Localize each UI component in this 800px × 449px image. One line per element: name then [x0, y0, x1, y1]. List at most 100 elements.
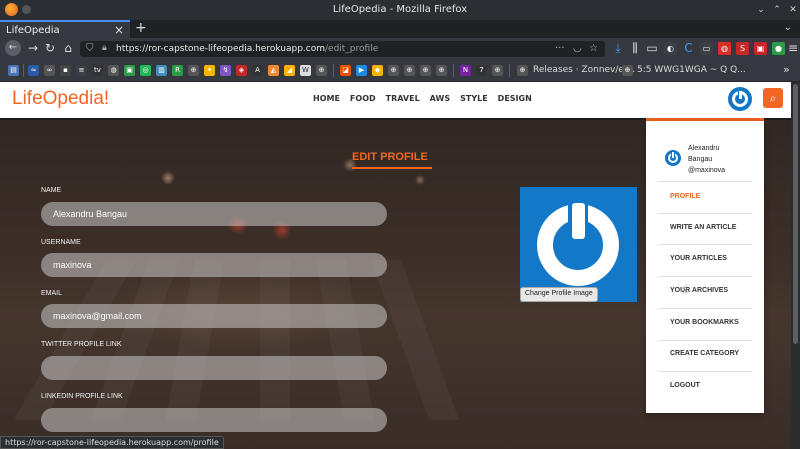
- bookmark-icon[interactable]: A: [252, 65, 263, 76]
- globe-icon[interactable]: ⊕: [404, 65, 415, 76]
- menu-icon[interactable]: ≡: [785, 41, 800, 55]
- globe-icon[interactable]: ⊕: [622, 65, 633, 76]
- dropdown-item-profile[interactable]: PROFILE: [670, 193, 700, 200]
- extension-icon[interactable]: ◐: [664, 42, 677, 55]
- wikipedia-icon[interactable]: W: [300, 65, 311, 76]
- bookmark-separator: [509, 64, 510, 77]
- bookmark-icon[interactable]: ≡: [76, 65, 87, 76]
- pocket-icon[interactable]: ◡: [573, 43, 582, 54]
- name-field[interactable]: [41, 202, 387, 226]
- bookmark-icon[interactable]: ◆: [372, 65, 383, 76]
- name-label: NAME: [41, 187, 62, 194]
- reload-icon[interactable]: ↻: [42, 41, 58, 55]
- bookmark-icon[interactable]: ≈: [28, 65, 39, 76]
- close-tab-icon[interactable]: ×: [114, 23, 124, 37]
- bookmark-icon[interactable]: ▤: [8, 65, 19, 76]
- search-icon[interactable]: ⌕: [763, 88, 783, 108]
- forward-icon[interactable]: →: [25, 41, 41, 55]
- more-bookmarks-icon[interactable]: »: [783, 63, 790, 76]
- bookmark-icon[interactable]: ▪: [60, 65, 71, 76]
- bookmark-icon[interactable]: ▣: [124, 65, 135, 76]
- new-tab-icon[interactable]: +: [135, 20, 147, 36]
- bookmark-star-icon[interactable]: ☆: [589, 43, 598, 54]
- globe-icon[interactable]: ⊕: [420, 65, 431, 76]
- username-field[interactable]: [41, 253, 387, 277]
- extension-c-icon[interactable]: C: [682, 42, 695, 55]
- bookmark-icon[interactable]: ◈: [236, 65, 247, 76]
- title-underline: [352, 167, 432, 169]
- email-field[interactable]: [41, 304, 387, 328]
- dropdown-item-your-archives[interactable]: YOUR ARCHIVES: [670, 287, 728, 294]
- lock-icon[interactable]: 🔒︎: [102, 43, 107, 53]
- shield-icon[interactable]: ⛉: [86, 43, 94, 54]
- globe-icon[interactable]: ⊕: [517, 65, 528, 76]
- bookmark-icon[interactable]: ✦: [204, 65, 215, 76]
- dropdown-item-logout[interactable]: LOGOUT: [670, 382, 700, 389]
- bookmark-icon[interactable]: R: [172, 65, 183, 76]
- url-bar[interactable]: ⛉ 🔒︎ https://ror-capstone-lifeopedia.her…: [80, 41, 605, 57]
- downloads-icon[interactable]: ⤓: [610, 41, 626, 56]
- window-titlebar: LifeOpedia - Mozilla Firefox ⌄ ⌃ ✕: [0, 0, 800, 20]
- maximize-icon[interactable]: ⌃: [770, 3, 784, 17]
- globe-icon[interactable]: ⊕: [436, 65, 447, 76]
- bookmark-icon[interactable]: ◢: [284, 65, 295, 76]
- dropdown-item-create-category[interactable]: CREATE CATEGORY: [670, 350, 739, 357]
- change-profile-image-button[interactable]: Change Profile Image: [520, 287, 598, 302]
- bookmark-releases[interactable]: Releases · Zonnev/el...: [533, 65, 635, 75]
- site-logo[interactable]: LifeOpedia!: [12, 88, 109, 110]
- onenote-icon[interactable]: N: [460, 65, 471, 76]
- tab-lifeopedia[interactable]: LifeOpedia ×: [0, 20, 130, 38]
- bookmark-icon[interactable]: ▥: [156, 65, 167, 76]
- dropdown-separator: [658, 244, 752, 245]
- globe-icon[interactable]: ⊕: [388, 65, 399, 76]
- twitter-field[interactable]: [41, 356, 387, 380]
- dropdown-item-your-articles[interactable]: YOUR ARTICLES: [670, 255, 727, 262]
- bookmark-separator: [23, 64, 24, 77]
- globe-icon[interactable]: ⊕: [316, 65, 327, 76]
- bookmark-wwg[interactable]: 5:5 WWG1WGA ~ Q Q...: [637, 65, 746, 75]
- page-scrollbar[interactable]: [791, 82, 800, 449]
- ublock-icon[interactable]: ◍: [718, 42, 731, 55]
- bookmark-icon[interactable]: 7: [476, 65, 487, 76]
- nav-travel[interactable]: TRAVEL: [386, 94, 420, 103]
- user-avatar-button[interactable]: [728, 87, 752, 111]
- nav-aws[interactable]: AWS: [430, 94, 450, 103]
- extension-green-icon[interactable]: ●: [772, 42, 785, 55]
- list-tabs-icon[interactable]: ⌄: [784, 22, 792, 33]
- user-dropdown-menu: Alexandru Bangau @maxinova PROFILE WRITE…: [646, 121, 764, 413]
- spotify-icon[interactable]: ◎: [140, 65, 151, 76]
- globe-icon[interactable]: ⊕: [492, 65, 503, 76]
- extension-s-icon[interactable]: S: [736, 42, 749, 55]
- scrollbar-thumb[interactable]: [793, 84, 798, 344]
- page-actions-icon[interactable]: ···: [555, 43, 565, 54]
- profile-image: [520, 187, 637, 302]
- extension-icon-2[interactable]: ▭: [700, 42, 713, 55]
- library-icon[interactable]: ⫼: [627, 41, 643, 56]
- bookmark-icon[interactable]: ◭: [268, 65, 279, 76]
- nav-style[interactable]: STYLE: [460, 94, 488, 103]
- close-window-icon[interactable]: ✕: [786, 3, 800, 17]
- user-first-name: Alexandru: [688, 145, 720, 152]
- twitter-label: TWITTER PROFILE LINK: [41, 341, 122, 348]
- bookmark-icon[interactable]: tv: [92, 65, 103, 76]
- nav-design[interactable]: DESIGN: [498, 94, 532, 103]
- nav-home[interactable]: HOME: [313, 94, 340, 103]
- extension-red-icon[interactable]: ▣: [754, 42, 767, 55]
- dropdown-item-your-bookmarks[interactable]: YOUR BOOKMARKS: [670, 319, 739, 326]
- bookmark-icon[interactable]: ◪: [340, 65, 351, 76]
- dropdown-item-write-article[interactable]: WRITE AN ARTICLE: [670, 224, 736, 231]
- nav-food[interactable]: FOOD: [350, 94, 376, 103]
- bookmark-icon[interactable]: ∞: [44, 65, 55, 76]
- sidebar-icon[interactable]: ▭: [644, 41, 660, 55]
- back-icon[interactable]: ←: [5, 40, 21, 56]
- linkedin-field[interactable]: [41, 408, 387, 432]
- home-icon[interactable]: ⌂: [60, 41, 76, 55]
- globe-icon[interactable]: ⊕: [188, 65, 199, 76]
- bookmark-icon[interactable]: ◍: [108, 65, 119, 76]
- minimize-icon[interactable]: ⌄: [754, 3, 768, 17]
- hand-cursor-icon: ☝: [681, 282, 689, 296]
- bookmark-icon[interactable]: ↯: [220, 65, 231, 76]
- bookmark-icon[interactable]: ▶: [356, 65, 367, 76]
- user-last-name: Bangau: [688, 156, 713, 163]
- page-content: LifeOpedia! HOME FOOD TRAVEL AWS STYLE D…: [0, 82, 791, 449]
